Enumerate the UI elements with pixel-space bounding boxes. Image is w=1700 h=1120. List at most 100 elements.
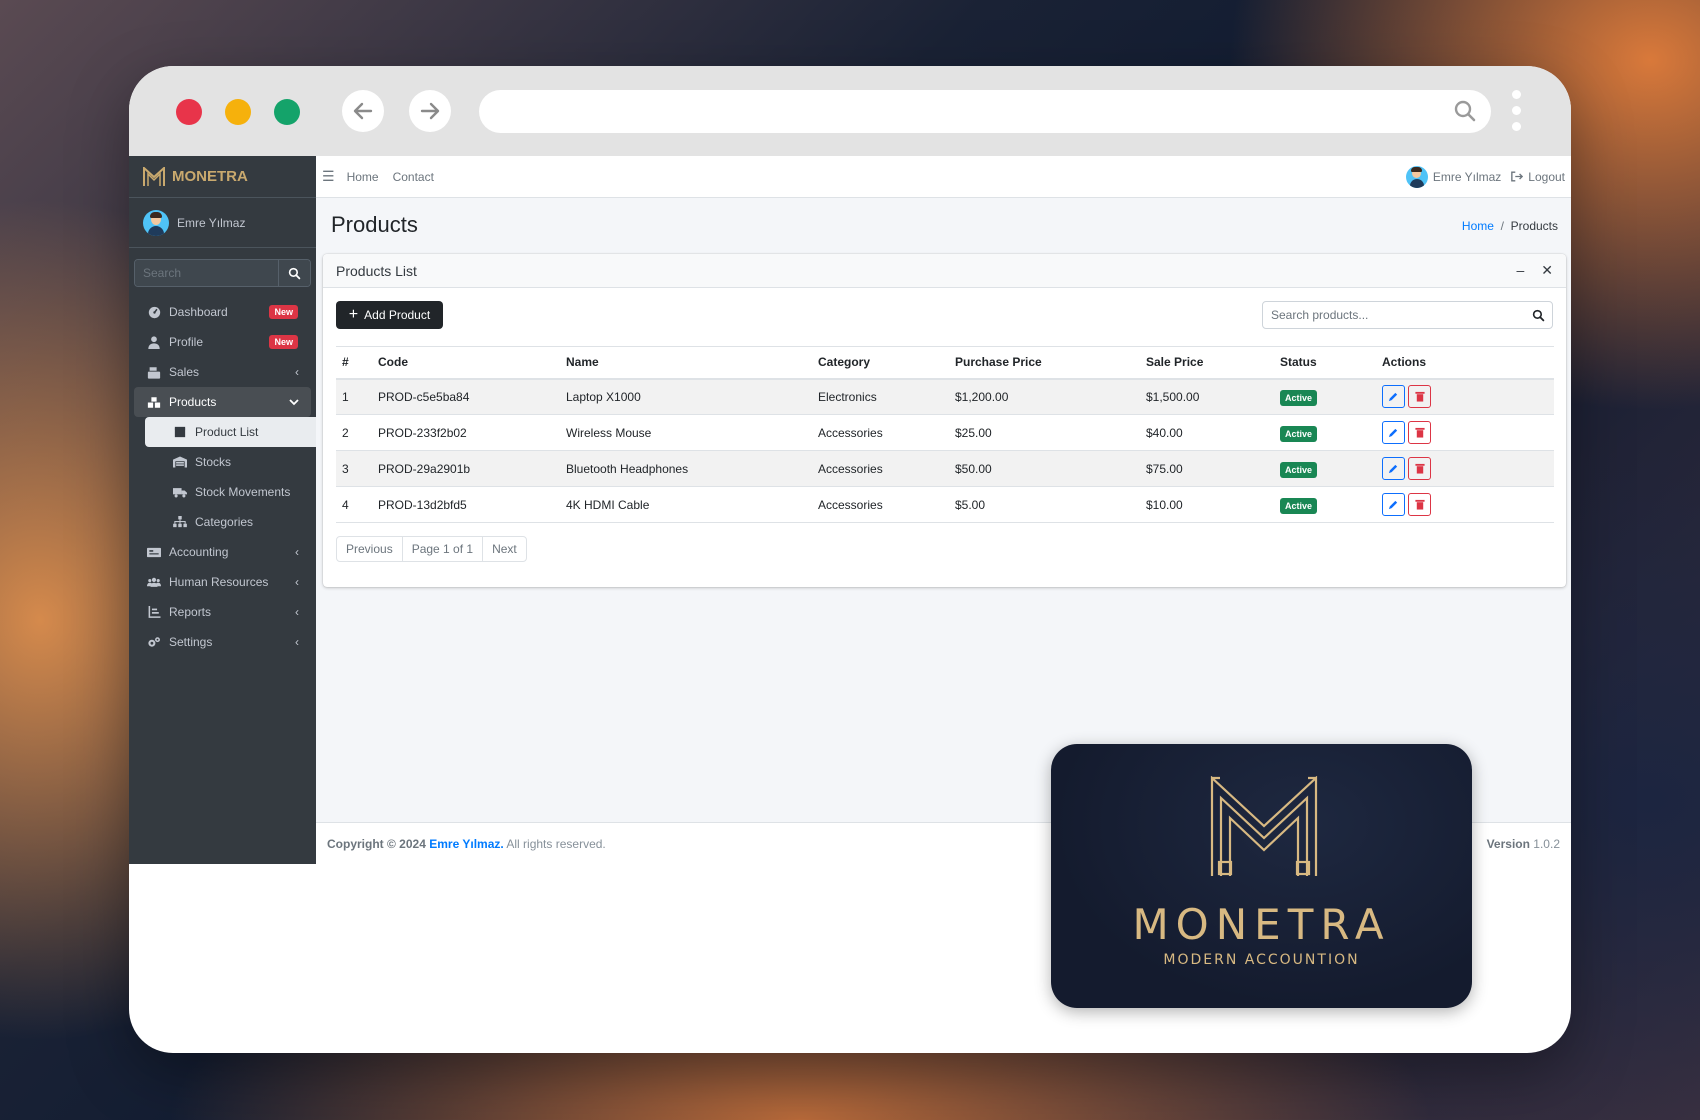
column-header[interactable]: Status: [1274, 346, 1376, 380]
browser-chrome: [129, 66, 1571, 156]
delete-button[interactable]: [1408, 421, 1431, 444]
sidebar-search-button[interactable]: [278, 260, 310, 286]
sidebar-item-label: Categories: [195, 515, 254, 529]
delete-button[interactable]: [1408, 385, 1431, 409]
money-check-icon: [147, 547, 161, 558]
sidebar-search-input[interactable]: [135, 260, 278, 286]
pagination: Previous Page 1 of 1 Next: [336, 536, 527, 562]
new-badge: New: [269, 335, 298, 349]
sidebar-item-accounting[interactable]: Accounting ‹: [134, 537, 311, 567]
back-button[interactable]: [342, 90, 384, 132]
add-product-button[interactable]: + Add Product: [336, 301, 443, 329]
table-row[interactable]: 3 PROD-29a2901b Bluetooth Headphones Acc…: [336, 450, 1554, 487]
cell-sale-price: $1,500.00: [1140, 378, 1274, 415]
sidebar-item-products[interactable]: Products: [134, 387, 311, 417]
sidebar-item-label: Stocks: [195, 455, 232, 469]
dashboard-icon: [147, 306, 161, 319]
chevron-left-icon: ‹: [295, 605, 299, 619]
cell-index: 3: [336, 450, 372, 487]
pencil-icon: [1388, 428, 1398, 438]
forward-button[interactable]: [409, 90, 451, 132]
edit-button[interactable]: [1382, 421, 1405, 444]
edit-button[interactable]: [1382, 457, 1405, 480]
table-header-row: # Code Name Category Purchase Price Sale…: [336, 346, 1554, 380]
cell-category: Accessories: [812, 450, 949, 487]
sidebar-item-categories[interactable]: Categories: [145, 507, 316, 537]
maximize-window-button[interactable]: [274, 99, 300, 125]
column-header[interactable]: Sale Price: [1140, 346, 1274, 380]
sidebar-item-label: Product List: [195, 425, 259, 439]
chevron-left-icon: ‹: [295, 635, 299, 649]
column-header[interactable]: #: [336, 346, 372, 380]
cell-index: 1: [336, 378, 372, 415]
sidebar-item-product-list[interactable]: Product List: [145, 417, 316, 447]
nav-link-home[interactable]: Home: [347, 170, 379, 184]
delete-button[interactable]: [1408, 493, 1431, 516]
cell-purchase-price: $25.00: [949, 414, 1140, 451]
chevron-left-icon: ‹: [295, 575, 299, 589]
sidebar-item-profile[interactable]: Profile New: [134, 327, 311, 357]
trash-icon: [1414, 392, 1425, 402]
card-tools: – ✕: [1516, 262, 1553, 279]
logout-label: Logout: [1528, 169, 1565, 184]
arrow-left-icon: [353, 102, 373, 120]
status-badge: Active: [1280, 461, 1318, 478]
table-row[interactable]: 1 PROD-c5e5ba84 Laptop X1000 Electronics…: [336, 378, 1554, 415]
edit-button[interactable]: [1382, 493, 1405, 516]
sidebar-item-stock-movements[interactable]: Stock Movements: [145, 477, 316, 507]
edit-button[interactable]: [1382, 385, 1405, 409]
logo-tagline: MODERN ACCOUNTION: [1163, 952, 1360, 968]
status-badge: Active: [1280, 389, 1318, 406]
chevron-left-icon: ‹: [295, 545, 299, 559]
minimize-window-button[interactable]: [225, 99, 251, 125]
search-icon[interactable]: [1532, 309, 1545, 322]
column-header[interactable]: Purchase Price: [949, 346, 1140, 380]
column-header[interactable]: Code: [372, 346, 560, 380]
cell-code: PROD-233f2b02: [372, 414, 560, 451]
status-badge: Active: [1280, 425, 1318, 442]
logout-link[interactable]: Logout: [1511, 170, 1565, 184]
sidebar-item-human-resources[interactable]: Human Resources ‹: [134, 567, 311, 597]
cell-name: Wireless Mouse: [560, 414, 812, 451]
browser-menu-button[interactable]: [1512, 90, 1522, 138]
users-icon: [147, 576, 161, 588]
next-page-button[interactable]: Next: [483, 537, 526, 561]
brand-logo[interactable]: MONETRA: [129, 156, 316, 198]
collapse-icon[interactable]: –: [1516, 262, 1524, 279]
table-row[interactable]: 2 PROD-233f2b02 Wireless Mouse Accessori…: [336, 414, 1554, 451]
sidebar-item-label: Dashboard: [169, 305, 228, 319]
close-icon[interactable]: ✕: [1541, 262, 1553, 279]
cell-purchase-price: $5.00: [949, 486, 1140, 523]
sidebar-item-label: Sales: [169, 365, 200, 379]
delete-button[interactable]: [1408, 457, 1431, 480]
cell-code: PROD-29a2901b: [372, 450, 560, 487]
breadcrumb-current: Products: [1510, 219, 1558, 233]
sidebar: MONETRA Emre Yılmaz Dashboard New: [129, 156, 316, 864]
sidebar-item-label: Products: [169, 395, 217, 409]
chevron-down-icon: [289, 395, 299, 409]
close-window-button[interactable]: [176, 99, 202, 125]
sidebar-item-stocks[interactable]: Stocks: [145, 447, 316, 477]
user-menu[interactable]: Emre Yılmaz: [1405, 165, 1501, 188]
sidebar-item-dashboard[interactable]: Dashboard New: [134, 297, 311, 327]
monetra-logo-card: MONETRA MODERN ACCOUNTION: [1051, 744, 1472, 1008]
nav-link-contact[interactable]: Contact: [393, 170, 434, 184]
product-search-input[interactable]: [1263, 308, 1532, 322]
copyright-owner-link[interactable]: Emre Yılmaz.: [429, 837, 503, 851]
column-header[interactable]: Name: [560, 346, 812, 380]
user-panel[interactable]: Emre Yılmaz: [129, 198, 316, 248]
top-navbar: ☰ Home Contact Emre Yılmaz Logout: [316, 156, 1571, 198]
column-header[interactable]: Category: [812, 346, 949, 380]
breadcrumb-home[interactable]: Home: [1462, 219, 1494, 233]
menu-toggle-icon[interactable]: ☰: [322, 168, 335, 185]
sidebar-item-label: Settings: [169, 635, 213, 649]
address-bar[interactable]: [479, 90, 1491, 133]
pencil-icon: [1388, 500, 1398, 510]
sidebar-item-sales[interactable]: Sales ‹: [134, 357, 311, 387]
table-row[interactable]: 4 PROD-13d2bfd5 4K HDMI Cable Accessorie…: [336, 486, 1554, 523]
truck-icon: [173, 486, 187, 498]
sidebar-item-reports[interactable]: Reports ‹: [134, 597, 311, 627]
cell-sale-price: $75.00: [1140, 450, 1274, 487]
previous-page-button[interactable]: Previous: [337, 537, 403, 561]
sidebar-item-settings[interactable]: Settings ‹: [134, 627, 311, 657]
